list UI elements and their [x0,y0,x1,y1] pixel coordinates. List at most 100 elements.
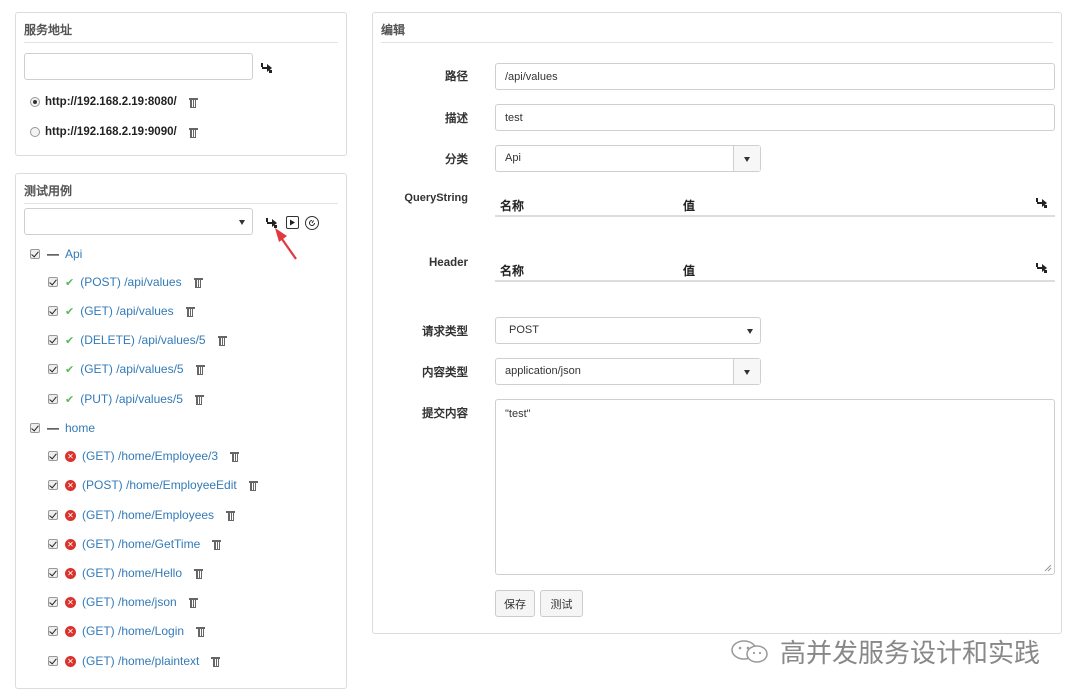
checkbox-checked-icon[interactable] [30,249,40,259]
checkbox-checked-icon[interactable] [48,364,58,374]
test-item-label[interactable]: (GET) /home/Employees [82,508,214,522]
test-item-label[interactable]: (GET) /home/plaintext [82,654,199,668]
test-item-label[interactable]: (GET) /home/json [82,595,177,609]
server-url-label: http://192.168.2.19:9090/ [45,126,177,138]
chevron-down-icon [747,329,753,334]
category-label: 分类 [445,154,468,166]
path-label: 路径 [445,71,468,83]
tree-item[interactable]: ✕ (GET) /home/Employee/3 [48,447,240,465]
tree-group-home[interactable]: — home [30,419,95,437]
checkbox-checked-icon[interactable] [48,626,58,636]
tree-item[interactable]: ✕ (GET) /home/GetTime [48,535,222,553]
trash-icon[interactable] [194,568,204,579]
trash-icon[interactable] [195,364,205,375]
method-select[interactable]: POST [495,317,761,344]
checkbox-checked-icon[interactable] [48,277,58,287]
group-label[interactable]: home [65,421,95,435]
trash-icon[interactable] [194,394,204,405]
tree-item[interactable]: ✕ (GET) /home/json [48,593,198,611]
content-type-select[interactable]: application/json [495,358,761,385]
trash-icon[interactable] [217,335,227,346]
category-select-value: Api [505,152,521,164]
test-button[interactable]: 测试 [540,590,583,617]
server-option-2[interactable]: http://192.168.2.19:9090/ [30,124,198,140]
test-item-label[interactable]: (PUT) /api/values/5 [80,392,183,406]
tree-group-api[interactable]: — Api [30,245,82,263]
tree-item[interactable]: ✕ (POST) /home/EmployeeEdit [48,476,258,494]
checkbox-checked-icon[interactable] [48,306,58,316]
radio-unselected-icon[interactable] [30,127,40,137]
checkbox-checked-icon[interactable] [30,423,40,433]
test-item-label[interactable]: (GET) /home/Login [82,624,184,638]
tree-item[interactable]: ✕ (GET) /home/Employees [48,506,236,524]
checkbox-checked-icon[interactable] [48,451,58,461]
trash-icon[interactable] [226,510,236,521]
resize-handle-icon[interactable] [1044,564,1052,572]
trash-icon[interactable] [212,539,222,550]
test-item-label[interactable]: (DELETE) /api/values/5 [80,333,205,347]
check-icon: ✔ [65,305,75,318]
error-icon: ✕ [65,538,76,550]
content-type-select-value: application/json [505,365,581,377]
collapse-icon[interactable]: — [47,421,59,435]
save-button[interactable]: 保存 [495,590,535,617]
trash-icon[interactable] [185,306,195,317]
test-item-label[interactable]: (GET) /api/values/5 [80,362,183,376]
checkbox-checked-icon[interactable] [48,510,58,520]
method-label: 请求类型 [422,326,468,338]
collapse-icon[interactable]: — [47,247,59,261]
tree-item[interactable]: ✕ (GET) /home/Login [48,622,206,640]
checkbox-checked-icon[interactable] [48,394,58,404]
querystring-label: QueryString [404,192,468,204]
path-input[interactable] [495,63,1055,90]
checkbox-checked-icon[interactable] [48,539,58,549]
group-label[interactable]: Api [65,247,82,261]
checkbox-checked-icon[interactable] [48,568,58,578]
test-item-label[interactable]: (POST) /api/values [80,275,181,289]
error-icon: ✕ [65,450,76,462]
checkbox-checked-icon[interactable] [48,480,58,490]
trash-icon[interactable] [188,97,198,108]
trash-icon[interactable] [196,626,206,637]
timer-icon[interactable] [305,216,319,230]
add-header-icon[interactable] [1035,261,1049,275]
description-input[interactable] [495,104,1055,131]
tree-item[interactable]: ✔ (GET) /api/values/5 [48,360,205,378]
test-case-select[interactable] [24,208,253,235]
trash-icon[interactable] [193,277,203,288]
tests-panel-title: 测试用例 [24,182,338,204]
header-label: Header [429,257,468,269]
body-label: 提交内容 [422,408,468,420]
checkbox-checked-icon[interactable] [48,335,58,345]
tree-item[interactable]: ✔ (DELETE) /api/values/5 [48,331,227,349]
error-icon: ✕ [65,655,76,667]
tree-item[interactable]: ✔ (PUT) /api/values/5 [48,390,204,408]
radio-selected-icon[interactable] [30,97,40,107]
test-item-label[interactable]: (GET) /home/Employee/3 [82,449,218,463]
add-server-icon[interactable] [260,61,274,75]
body-textarea[interactable]: "test" [495,399,1055,575]
test-item-label[interactable]: (GET) /api/values [80,304,173,318]
method-select-value: POST [509,324,539,336]
checkbox-checked-icon[interactable] [48,597,58,607]
tree-item[interactable]: ✕ (GET) /home/plaintext [48,652,221,670]
server-panel-title: 服务地址 [24,21,338,43]
trash-icon[interactable] [188,597,198,608]
add-querystring-icon[interactable] [1035,196,1049,210]
checkbox-checked-icon[interactable] [48,656,58,666]
test-item-label[interactable]: (POST) /home/EmployeeEdit [82,478,237,492]
watermark-text: 高并发服务设计和实践 [780,637,1041,668]
tree-item[interactable]: ✔ (GET) /api/values [48,302,195,320]
category-select[interactable]: Api [495,145,761,172]
trash-icon[interactable] [211,656,221,667]
server-option-1[interactable]: http://192.168.2.19:8080/ [30,94,198,110]
trash-icon[interactable] [188,127,198,138]
tree-item[interactable]: ✕ (GET) /home/Hello [48,564,204,582]
trash-icon[interactable] [248,480,258,491]
trash-icon[interactable] [230,451,240,462]
server-url-input[interactable] [24,53,253,80]
check-icon: ✔ [65,334,75,347]
test-item-label[interactable]: (GET) /home/GetTime [82,537,200,551]
test-item-label[interactable]: (GET) /home/Hello [82,566,182,580]
tree-item[interactable]: ✔ (POST) /api/values [48,273,203,291]
